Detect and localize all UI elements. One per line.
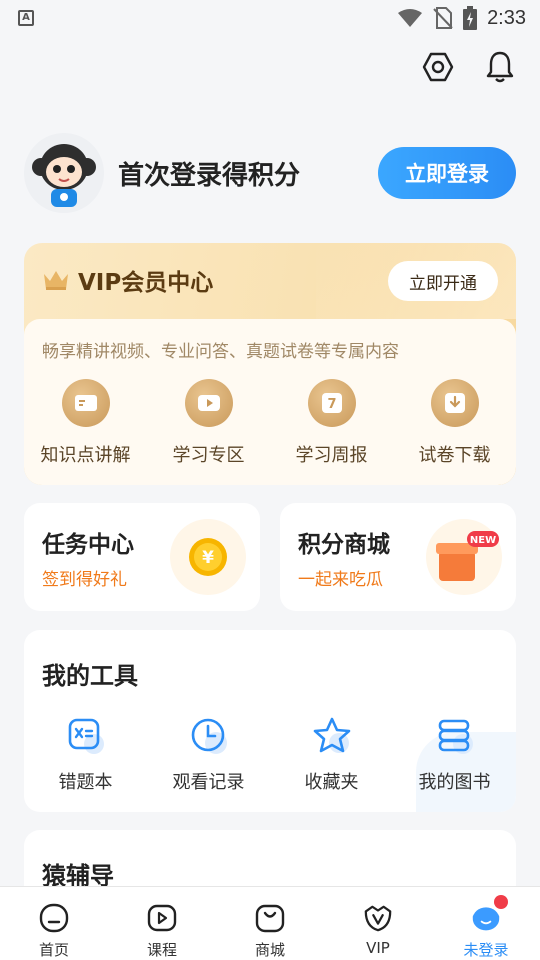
vip-description: 畅享精讲视频、专业问答、真题试卷等专属内容 — [42, 342, 399, 362]
vip-feature-label: 学习周报 — [295, 445, 368, 466]
nav-vip[interactable]: VIP — [324, 887, 432, 960]
settings-hexagon-icon[interactable] — [422, 50, 454, 84]
tool-mistake-book[interactable]: 错题本 — [24, 716, 147, 794]
vip-feature-weekly-report[interactable]: 7 学习周报 — [270, 379, 393, 467]
nav-label: 首页 — [38, 941, 69, 959]
nav-profile[interactable]: 未登录 — [432, 887, 540, 960]
vip-open-button[interactable]: 立即开通 — [388, 261, 498, 301]
profile-row: 首次登录得积分 立即登录 — [24, 133, 516, 213]
nav-course[interactable]: 课程 — [108, 887, 216, 960]
calendar-7-icon: 7 — [307, 379, 356, 427]
vip-feature-knowledge[interactable]: 知识点讲解 — [24, 379, 147, 467]
nav-label: 未登录 — [463, 941, 509, 959]
tool-favorites[interactable]: 收藏夹 — [270, 716, 393, 794]
svg-text:7: 7 — [327, 397, 336, 412]
crown-icon — [44, 271, 68, 290]
task-center-subtitle: 签到得好礼 — [42, 570, 127, 590]
tool-label: 错题本 — [58, 772, 113, 793]
tool-label: 我的图书 — [418, 772, 491, 793]
tool-my-books[interactable]: 我的图书 — [393, 716, 516, 794]
books-icon — [435, 716, 475, 756]
tools-title: 我的工具 — [42, 662, 138, 690]
status-time: 2:33 — [487, 6, 526, 29]
vip-feature-paper-download[interactable]: 试卷下载 — [393, 379, 516, 467]
task-center-card[interactable]: 任务中心 签到得好礼 ¥ — [24, 503, 260, 611]
vip-feature-study-zone[interactable]: 学习专区 — [147, 379, 270, 467]
vip-feature-label: 知识点讲解 — [40, 445, 131, 466]
nav-label: VIP — [366, 939, 390, 957]
home-icon — [39, 903, 69, 933]
course-play-icon — [147, 903, 177, 933]
vip-benefits-panel: 畅享精讲视频、专业问答、真题试卷等专属内容 知识点讲解 学习专区 7 学习周报 — [24, 319, 516, 485]
battery-icon — [463, 6, 478, 30]
tool-label: 观看记录 — [172, 772, 245, 793]
task-center-title: 任务中心 — [42, 532, 134, 558]
notification-dot — [494, 895, 508, 909]
play-icon — [184, 379, 233, 427]
nav-label: 课程 — [146, 941, 177, 959]
vip-title: VIP会员中心 — [78, 270, 214, 296]
vip-icon — [363, 903, 393, 933]
nav-label: 商城 — [254, 941, 285, 959]
knowledge-icon — [61, 379, 110, 427]
wifi-icon — [398, 9, 423, 27]
status-bar: A 2:33 — [0, 0, 540, 36]
mistake-book-icon — [66, 716, 106, 756]
nav-home[interactable]: 首页 — [0, 887, 108, 960]
vip-center-card[interactable]: VIP会员中心 立即开通 畅享精讲视频、专业问答、真题试卷等专属内容 知识点讲解… — [24, 243, 516, 485]
points-mall-subtitle: 一起来吃瓜 — [298, 570, 383, 590]
keyboard-indicator-icon: A — [18, 10, 34, 26]
vip-feature-label: 试卷下载 — [418, 445, 491, 466]
no-sim-icon — [433, 7, 453, 29]
star-icon — [312, 716, 352, 756]
login-prompt-text: 首次登录得积分 — [118, 160, 301, 191]
bottom-nav: 首页 课程 商城 VIP 未登录 — [0, 886, 540, 960]
top-actions — [422, 50, 516, 84]
shop-bag-icon — [255, 903, 285, 933]
my-tools-card: 我的工具 错题本 观看记录 收藏夹 我的图书 — [24, 630, 516, 812]
vip-feature-label: 学习专区 — [172, 445, 245, 466]
coin-symbol: ¥ — [202, 548, 214, 568]
avatar[interactable] — [24, 133, 104, 213]
points-mall-title: 积分商城 — [298, 532, 390, 558]
points-mall-card[interactable]: 积分商城 一起来吃瓜 NEW — [280, 503, 516, 611]
new-badge: NEW — [470, 535, 496, 546]
nav-shop[interactable]: 商城 — [216, 887, 324, 960]
bell-icon[interactable] — [484, 50, 516, 84]
download-icon — [430, 379, 479, 427]
tool-label: 收藏夹 — [304, 772, 359, 793]
clock-icon — [189, 716, 229, 756]
login-button[interactable]: 立即登录 — [378, 147, 516, 199]
coin-icon: ¥ — [170, 519, 246, 595]
gift-box-icon: NEW — [426, 519, 502, 595]
tool-watch-history[interactable]: 观看记录 — [147, 716, 270, 794]
